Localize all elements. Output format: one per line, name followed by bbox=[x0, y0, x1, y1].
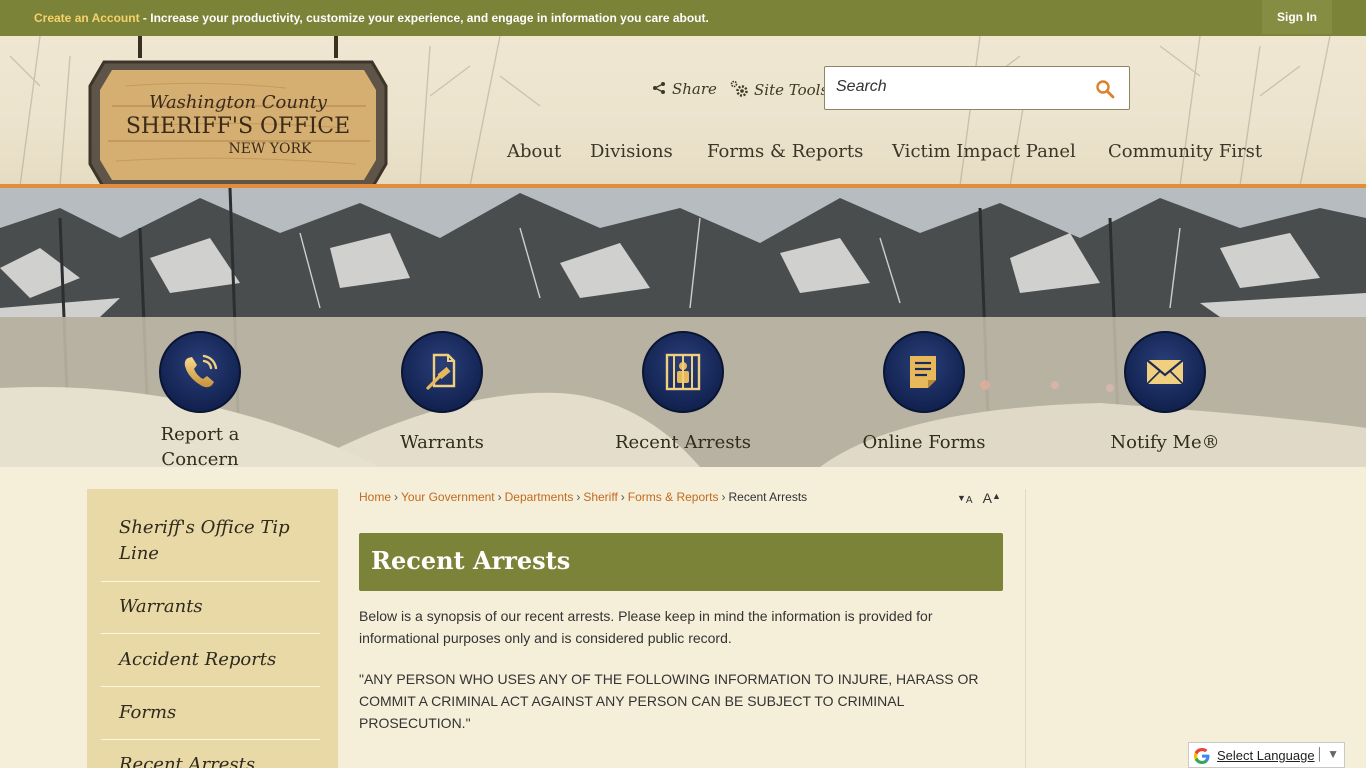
content-divider bbox=[1025, 489, 1026, 768]
nav-community-first[interactable]: Community First bbox=[1108, 141, 1262, 162]
sidebar-divider bbox=[101, 739, 320, 740]
quick-link-label: Warrants bbox=[400, 432, 484, 453]
increase-font-label: A bbox=[982, 490, 992, 506]
share-button[interactable]: Share bbox=[652, 80, 717, 98]
envelope-icon bbox=[1146, 359, 1184, 385]
breadcrumb: Home › Your Government › Departments › Sheriff… bbox=[359, 490, 807, 504]
document-gavel-icon bbox=[426, 353, 456, 390]
nav-forms-reports[interactable]: Forms & Reports bbox=[707, 141, 863, 162]
quick-link-circle bbox=[1124, 331, 1206, 413]
search-icon[interactable] bbox=[1095, 79, 1115, 99]
breadcrumb-separator: › bbox=[620, 490, 625, 504]
site-tools-button[interactable]: Site Tools bbox=[730, 80, 828, 99]
breadcrumb-forms-reports[interactable]: Forms & Reports bbox=[628, 490, 719, 504]
quick-link-label: Report a Concern bbox=[110, 422, 290, 467]
sheriff-office-logo[interactable]: Washington County SHERIFF'S OFFICE NEW Y… bbox=[86, 36, 390, 198]
sidebar-divider bbox=[101, 686, 320, 687]
font-size-controls: ▼A A▲ bbox=[957, 490, 1001, 506]
logo-line-2: SHERIFF'S OFFICE bbox=[126, 114, 350, 139]
search-box bbox=[824, 66, 1130, 110]
quick-link-circle bbox=[642, 331, 724, 413]
quick-link-warrants[interactable]: Warrants bbox=[352, 331, 532, 455]
search-input[interactable] bbox=[836, 78, 1076, 96]
breadcrumb-departments[interactable]: Departments bbox=[505, 490, 574, 504]
sidebar-item-tip-line[interactable]: Sheriff's Office Tip Line bbox=[101, 515, 320, 567]
warning-paragraph: "ANY PERSON WHO USES ANY OF THE FOLLOWIN… bbox=[359, 671, 979, 731]
quick-link-label: Notify Me® bbox=[1110, 432, 1220, 453]
sidebar-divider bbox=[101, 633, 320, 634]
forms-icon bbox=[910, 356, 936, 388]
quick-link-notify-me[interactable]: Notify Me® bbox=[1075, 331, 1255, 455]
sidebar-item-forms[interactable]: Forms bbox=[101, 700, 320, 726]
quick-link-report-concern[interactable]: Report a Concern bbox=[110, 331, 290, 467]
decrease-font-label: A bbox=[965, 495, 973, 506]
sidebar-nav: Sheriff's Office Tip Line Warrants Accid… bbox=[87, 489, 338, 768]
hero-banner: Report a Concern Warrants Recent Arrests bbox=[0, 188, 1366, 467]
create-account-link[interactable]: Create an Account bbox=[34, 11, 140, 25]
breadcrumb-separator: › bbox=[721, 490, 726, 504]
jail-icon bbox=[665, 353, 701, 391]
share-label: Share bbox=[672, 80, 717, 98]
site-tools-label: Site Tools bbox=[754, 81, 829, 99]
nav-victim-impact-panel[interactable]: Victim Impact Panel bbox=[892, 141, 1076, 162]
google-icon bbox=[1194, 748, 1210, 764]
dropdown-arrow-icon: │ ▼ bbox=[1316, 747, 1339, 761]
sidebar-item-recent-arrests[interactable]: Recent Arrests bbox=[101, 752, 320, 768]
decrease-font-button[interactable]: ▼A bbox=[957, 490, 973, 506]
breadcrumb-separator: › bbox=[576, 490, 581, 504]
account-message: Create an Account - Increase your produc… bbox=[34, 11, 709, 25]
sidebar-item-warrants[interactable]: Warrants bbox=[101, 594, 320, 620]
breadcrumb-separator: › bbox=[394, 490, 399, 504]
breadcrumb-current: Recent Arrests bbox=[728, 490, 808, 504]
quick-link-online-forms[interactable]: Online Forms bbox=[834, 331, 1014, 455]
decrease-arrow-icon: ▼ bbox=[957, 493, 966, 503]
gear-icon bbox=[730, 80, 748, 97]
quick-link-label-line1: Report a bbox=[160, 424, 240, 445]
page-title-bar: Recent Arrests bbox=[359, 533, 1003, 591]
page-title: Recent Arrests bbox=[371, 546, 571, 575]
quick-link-label-line2: Concern bbox=[161, 449, 239, 467]
sidebar-divider bbox=[101, 581, 320, 582]
intro-paragraph: Below is a synopsis of our recent arrest… bbox=[359, 608, 933, 646]
language-selector[interactable]: Select Language │ ▼ bbox=[1188, 742, 1345, 768]
breadcrumb-home[interactable]: Home bbox=[359, 490, 391, 504]
quick-link-circle bbox=[401, 331, 483, 413]
top-account-bar: Create an Account - Increase your produc… bbox=[0, 0, 1366, 36]
increase-arrow-icon: ▲ bbox=[991, 491, 1001, 501]
nav-about[interactable]: About bbox=[507, 141, 561, 162]
increase-font-button[interactable]: A▲ bbox=[983, 490, 1001, 506]
share-icon bbox=[653, 82, 665, 94]
breadcrumb-separator: › bbox=[497, 490, 502, 504]
breadcrumb-sheriff[interactable]: Sheriff bbox=[583, 490, 617, 504]
account-message-text: - Increase your productivity, customize … bbox=[139, 11, 709, 25]
phone-icon bbox=[184, 354, 218, 388]
sidebar-item-accident-reports[interactable]: Accident Reports bbox=[101, 647, 320, 673]
site-header: Washington County SHERIFF'S OFFICE NEW Y… bbox=[0, 36, 1366, 190]
logo-line-1: Washington County bbox=[149, 92, 328, 113]
quick-link-circle bbox=[159, 331, 241, 413]
quick-link-label: Online Forms bbox=[862, 432, 986, 453]
logo-line-3: NEW YORK bbox=[228, 141, 312, 157]
nav-divisions[interactable]: Divisions bbox=[590, 141, 673, 162]
sign-in-button[interactable]: Sign In bbox=[1262, 0, 1332, 34]
select-language-label: Select Language bbox=[1217, 748, 1315, 763]
breadcrumb-your-government[interactable]: Your Government bbox=[401, 490, 495, 504]
quick-link-recent-arrests[interactable]: Recent Arrests bbox=[593, 331, 773, 455]
quick-link-circle bbox=[883, 331, 965, 413]
quick-link-label: Recent Arrests bbox=[614, 432, 752, 453]
